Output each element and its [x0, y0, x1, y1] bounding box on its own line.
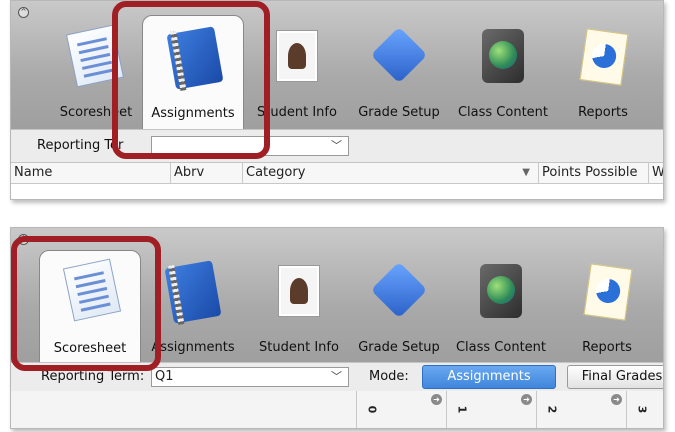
- tool-label: Student Info: [259, 340, 339, 355]
- tool-label: Grade Setup: [358, 105, 440, 120]
- filter-icon[interactable]: ▼: [522, 163, 530, 183]
- chevron-down-icon: ﹀: [331, 139, 342, 152]
- assignment-column-header[interactable]: 2: [545, 397, 566, 427]
- reporting-term-label: Reporting Ter: [37, 138, 124, 153]
- tool-label: Grade Setup: [358, 340, 440, 355]
- reporting-term-bar: Reporting Ter ﹀: [11, 129, 663, 163]
- arrow-right-icon: ➜: [611, 394, 622, 405]
- grid-divider: [626, 391, 627, 428]
- highlight-box: [112, 1, 270, 159]
- column-header-name[interactable]: Name: [11, 163, 171, 183]
- grade-setup-icon: [370, 26, 428, 84]
- tool-label: Reports: [582, 340, 632, 355]
- tool-grade-setup[interactable]: Grade Setup: [349, 19, 449, 127]
- grid-divider: [536, 391, 537, 428]
- tool-reports[interactable]: Reports: [557, 252, 657, 360]
- category-header-label: Category: [246, 165, 306, 180]
- assignments-view-panel: ^ Scoresheet Assignments Student Info Gr…: [10, 0, 664, 200]
- assignments-icon: [164, 260, 222, 324]
- grade-setup-icon: [370, 261, 428, 319]
- highlight-box: [11, 236, 161, 371]
- grid-divider: [446, 391, 447, 428]
- arrow-right-icon: ➜: [521, 394, 532, 405]
- assignment-number: 2: [545, 405, 559, 414]
- chevron-down-icon: ﹀: [331, 370, 342, 383]
- assignment-column-header[interactable]: 1: [455, 397, 476, 427]
- tool-label: Class Content: [455, 340, 547, 355]
- tool-class-content[interactable]: Class Content: [453, 19, 553, 127]
- tool-label: Reports: [578, 105, 628, 120]
- column-header-weight[interactable]: W: [649, 163, 663, 183]
- student-info-icon: [277, 31, 317, 81]
- toolbar: ^ Scoresheet Assignments Student Info Gr…: [11, 1, 663, 131]
- reporting-term-value: Q1: [155, 369, 174, 384]
- assignment-number: 3: [635, 405, 649, 414]
- mode-assignments-button[interactable]: Assignments: [422, 365, 556, 389]
- assignment-column-menu[interactable]: ➜: [511, 394, 532, 425]
- assignment-column-header[interactable]: 0: [365, 397, 386, 427]
- arrow-right-icon: ➜: [431, 394, 442, 405]
- tool-reports[interactable]: Reports: [553, 19, 653, 127]
- reporting-term-select[interactable]: Q1 ﹀: [151, 367, 349, 387]
- assignment-column-header[interactable]: 3: [635, 397, 656, 427]
- assignment-number: 1: [455, 405, 469, 414]
- grid-divider: [356, 391, 357, 428]
- tool-student-info[interactable]: Student Info: [249, 252, 349, 360]
- student-info-icon: [279, 266, 319, 316]
- assignment-column-menu[interactable]: ➜: [421, 394, 442, 425]
- column-header-points-possible[interactable]: Points Possible: [539, 163, 649, 183]
- scoresheet-grid-header: 0 ➜ 1 ➜ 2 ➜ 3: [11, 391, 663, 428]
- class-content-icon: [480, 264, 522, 318]
- mode-final-grades-button[interactable]: Final Grades: [567, 365, 663, 389]
- reports-icon: [579, 28, 629, 86]
- reporting-term-label: Reporting Term:: [41, 369, 145, 384]
- reports-icon: [583, 263, 633, 321]
- scoresheet-view-panel: ^ Scoresheet Assignments Student Info Gr…: [10, 227, 664, 429]
- column-header-abrv[interactable]: Abrv: [171, 163, 243, 183]
- assignments-grid-body: [11, 184, 663, 199]
- class-content-icon: [482, 29, 524, 83]
- tool-grade-setup[interactable]: Grade Setup: [349, 252, 449, 360]
- mode-label: Mode:: [369, 369, 409, 384]
- tool-label: Class Content: [457, 105, 549, 120]
- assignment-number: 0: [365, 405, 379, 414]
- column-header-category[interactable]: Category ▼: [243, 163, 539, 183]
- assignments-grid-header: Name Abrv Category ▼ Points Possible W: [11, 163, 663, 184]
- tool-class-content[interactable]: Class Content: [451, 252, 551, 360]
- collapse-toolbar-icon[interactable]: ^: [18, 7, 29, 18]
- assignment-column-menu[interactable]: ➜: [601, 394, 622, 425]
